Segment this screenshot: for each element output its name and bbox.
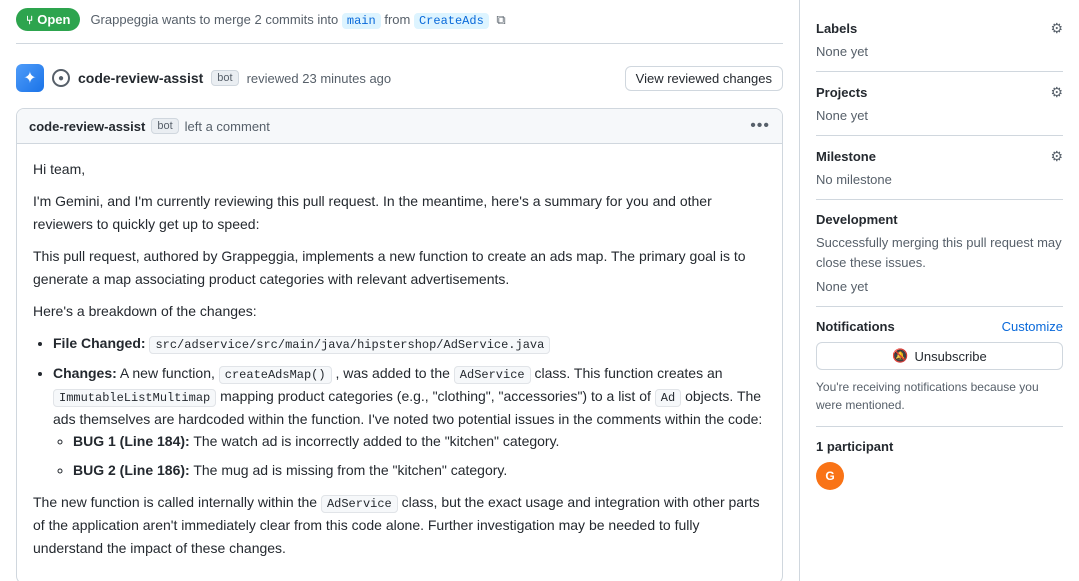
bug2-item: BUG 2 (Line 186): The mug ad is missing … (73, 459, 766, 481)
copy-icon[interactable]: ⧉ (496, 12, 505, 27)
comment-body: Hi team, I'm Gemini, and I'm currently r… (17, 144, 782, 581)
development-text: Successfully merging this pull request m… (816, 233, 1063, 272)
sidebar-milestone-section: Milestone ⚙ No milestone (816, 136, 1063, 200)
sidebar-projects-section: Projects ⚙ None yet (816, 72, 1063, 136)
review-header: ✦ ● code-review-assist bot reviewed 23 m… (16, 56, 783, 100)
open-badge: ⑂ Open (16, 8, 80, 31)
file-changed-item: File Changed: src/adservice/src/main/jav… (53, 332, 766, 355)
sidebar-participants-section: 1 participant G (816, 427, 1063, 502)
bug1-item: BUG 1 (Line 184): The watch ad is incorr… (73, 430, 766, 452)
labels-gear-icon[interactable]: ⚙ (1050, 20, 1063, 37)
bot-avatar-icon: ✦ (16, 64, 44, 92)
notification-info: You're receiving notifications because y… (816, 378, 1063, 414)
view-reviewed-changes-button[interactable]: View reviewed changes (625, 66, 783, 91)
comment-action: left a comment (185, 119, 270, 134)
unsubscribe-button[interactable]: 🔕 Unsubscribe (816, 342, 1063, 370)
review-circle-icon: ● (52, 69, 70, 87)
bot-badge: bot (211, 70, 238, 86)
reviewer-name: code-review-assist (78, 70, 203, 86)
sidebar-development-section: Development Successfully merging this pu… (816, 200, 1063, 307)
bell-slash-icon: 🔕 (892, 348, 908, 364)
sidebar: Labels ⚙ None yet Projects ⚙ None yet Mi… (799, 0, 1079, 581)
comment-intro: I'm Gemini, and I'm currently reviewing … (33, 190, 766, 235)
projects-title: Projects (816, 85, 867, 100)
milestone-gear-icon[interactable]: ⚙ (1050, 148, 1063, 165)
milestone-value: No milestone (816, 172, 892, 187)
comment-author: code-review-assist (29, 119, 145, 134)
comment-summary: This pull request, authored by Grappeggi… (33, 245, 766, 290)
labels-value: None yet (816, 44, 868, 59)
projects-value: None yet (816, 108, 868, 123)
sidebar-notifications-section: Notifications Customize 🔕 Unsubscribe Yo… (816, 307, 1063, 427)
participant-avatar: G (816, 462, 844, 490)
merge-info: Grappeggia wants to merge 2 commits into… (90, 12, 505, 28)
development-value: None yet (816, 279, 868, 294)
comment-greeting: Hi team, (33, 158, 766, 180)
projects-gear-icon[interactable]: ⚙ (1050, 84, 1063, 101)
notifications-title: Notifications (816, 319, 895, 334)
comment-conclusion: The new function is called internally wi… (33, 491, 766, 559)
customize-link[interactable]: Customize (1002, 319, 1063, 334)
git-merge-icon: ⑂ (26, 13, 33, 27)
changes-item: Changes: A new function, createAdsMap() … (53, 362, 766, 482)
labels-title: Labels (816, 21, 857, 36)
comment-menu-button[interactable]: ••• (750, 117, 770, 135)
comment-changes-list: File Changed: src/adservice/src/main/jav… (53, 332, 766, 481)
participants-title: 1 participant (816, 439, 1063, 454)
development-title: Development (816, 212, 898, 227)
milestone-title: Milestone (816, 149, 876, 164)
sidebar-labels-section: Labels ⚙ None yet (816, 8, 1063, 72)
bug-list: BUG 1 (Line 184): The watch ad is incorr… (73, 430, 766, 481)
comment-breakdown-title: Here's a breakdown of the changes: (33, 300, 766, 322)
comment-header: code-review-assist bot left a comment ••… (17, 109, 782, 144)
review-meta: reviewed 23 minutes ago (247, 71, 392, 86)
comment-bot-badge: bot (151, 118, 178, 134)
comment-box: code-review-assist bot left a comment ••… (16, 108, 783, 581)
